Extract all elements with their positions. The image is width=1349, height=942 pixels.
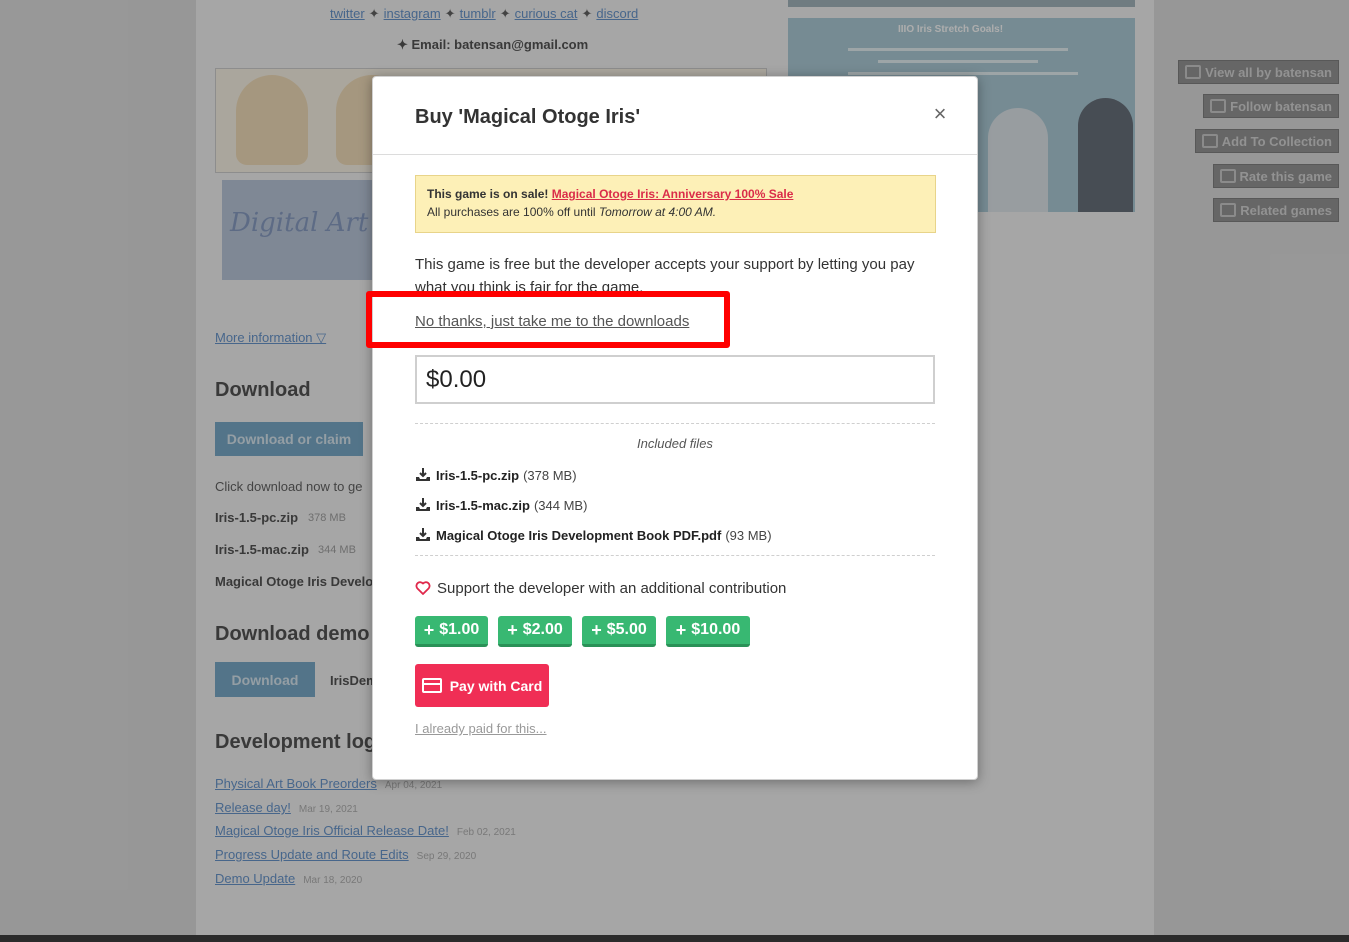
included-file-row: Iris-1.5-pc.zip (378 MB): [415, 465, 577, 485]
no-thanks-link[interactable]: No thanks, just take me to the downloads: [415, 313, 689, 330]
modal-header: Buy 'Magical Otoge Iris' ×: [373, 77, 977, 155]
tip-2-button[interactable]: + $2.00: [498, 616, 572, 647]
credit-card-icon: [421, 678, 442, 693]
close-icon: ×: [933, 101, 947, 126]
download-icon: [416, 528, 430, 541]
download-icon: [416, 498, 430, 511]
already-paid-link[interactable]: I already paid for this...: [415, 721, 547, 736]
free-game-text: This game is free but the developer acce…: [415, 256, 915, 291]
divider: [415, 423, 935, 424]
sale-prefix: This game is on sale!: [427, 187, 549, 201]
included-file-row: Magical Otoge Iris Development Book PDF.…: [415, 525, 772, 545]
plus-icon: +: [507, 619, 518, 640]
bottom-bar: [0, 935, 1349, 942]
plus-icon: +: [423, 619, 435, 640]
included-files-label: Included files: [637, 436, 713, 451]
tip-10-button[interactable]: + $10.00: [666, 616, 750, 647]
heart-icon: [415, 581, 431, 595]
plus-icon: +: [675, 619, 687, 640]
close-button[interactable]: ×: [927, 101, 953, 127]
support-developer-row: Support the developer with an additional…: [415, 577, 786, 599]
sale-line-2: All purchases are 100% off until Tomorro…: [427, 205, 717, 219]
pay-with-card-button[interactable]: Pay with Card: [415, 664, 549, 707]
buy-modal: Buy 'Magical Otoge Iris' × This game is …: [372, 76, 978, 780]
download-icon: [416, 468, 430, 481]
tip-5-button[interactable]: + $5.00: [582, 616, 656, 647]
modal-title: Buy 'Magical Otoge Iris': [415, 106, 641, 128]
sale-end-time: Tomorrow at 4:00 AM.: [598, 205, 717, 219]
sale-line-1: This game is on sale! Magical Otoge Iris…: [427, 185, 924, 203]
price-input[interactable]: [415, 355, 935, 404]
sale-link[interactable]: Magical Otoge Iris: Anniversary 100% Sal…: [552, 187, 794, 201]
included-file-row: Iris-1.5-mac.zip (344 MB): [415, 495, 587, 515]
divider: [415, 555, 935, 556]
tip-1-button[interactable]: + $1.00: [415, 616, 488, 647]
plus-icon: +: [591, 619, 602, 640]
sale-notice: This game is on sale! Magical Otoge Iris…: [415, 175, 936, 233]
